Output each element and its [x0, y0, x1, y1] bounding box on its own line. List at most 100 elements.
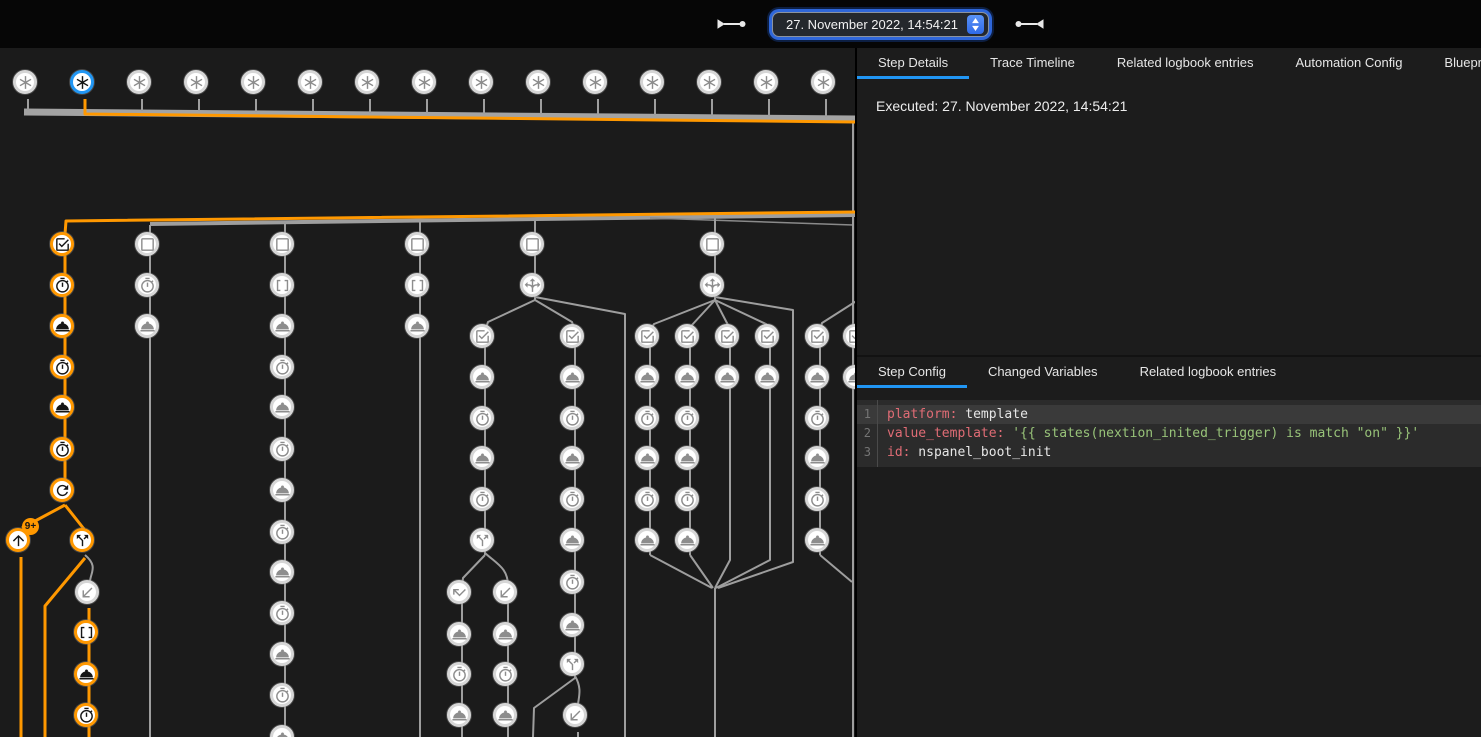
trace-node-room-service[interactable]: [470, 446, 494, 470]
trace-node-call-split[interactable]: [560, 652, 584, 676]
trace-node-code-brackets[interactable]: [74, 620, 98, 644]
tab-changed-variables[interactable]: Changed Variables: [967, 357, 1119, 388]
trace-node-code-brackets[interactable]: [270, 273, 294, 297]
trace-node-timer[interactable]: [805, 406, 829, 430]
trace-node-code-brackets[interactable]: [405, 273, 429, 297]
tab-related-logbook-entries[interactable]: Related logbook entries: [1096, 48, 1275, 79]
trace-node-timer[interactable]: [560, 570, 584, 594]
trace-node-checkbox-marked[interactable]: [635, 324, 659, 348]
trace-node-timer[interactable]: [493, 662, 517, 686]
trace-node-asterisk[interactable]: [13, 70, 37, 94]
trace-node-checkbox-blank[interactable]: [135, 232, 159, 256]
trace-node-room-service[interactable]: [470, 365, 494, 389]
trace-node-timer[interactable]: [270, 683, 294, 707]
trace-node-asterisk[interactable]: [70, 70, 94, 94]
tab-trace-timeline[interactable]: Trace Timeline: [969, 48, 1096, 79]
trace-node-timer[interactable]: [50, 355, 74, 379]
trace-node-checkbox-marked[interactable]: [805, 324, 829, 348]
trace-node-room-service[interactable]: [635, 365, 659, 389]
trace-node-room-service[interactable]: [493, 622, 517, 646]
tab-related-logbook-entries[interactable]: Related logbook entries: [1119, 357, 1298, 388]
trace-node-asterisk[interactable]: [241, 70, 265, 94]
trace-node-arrow-decision[interactable]: [700, 273, 724, 297]
trace-node-checkbox-marked[interactable]: [675, 324, 699, 348]
trace-node-room-service[interactable]: [560, 528, 584, 552]
trace-node-timer[interactable]: [635, 487, 659, 511]
trace-node-room-service[interactable]: [560, 365, 584, 389]
trace-node-room-service[interactable]: [805, 528, 829, 552]
trace-node-checkbox-marked[interactable]: [715, 324, 739, 348]
trace-node-call-split[interactable]: [470, 528, 494, 552]
trace-node-room-service[interactable]: [805, 365, 829, 389]
trace-node-checkbox-blank[interactable]: [700, 232, 724, 256]
trace-node-asterisk[interactable]: [811, 70, 835, 94]
trace-node-asterisk[interactable]: [412, 70, 436, 94]
trace-node-checkbox-marked[interactable]: [755, 324, 779, 348]
trace-node-room-service[interactable]: [447, 622, 471, 646]
trace-node-checkbox-blank[interactable]: [520, 232, 544, 256]
trace-node-asterisk[interactable]: [298, 70, 322, 94]
trace-node-room-service[interactable]: [675, 528, 699, 552]
trace-node-asterisk[interactable]: [640, 70, 664, 94]
yaml-code-editor[interactable]: 1platform: template2value_template: '{{ …: [857, 400, 1481, 467]
trace-node-room-service[interactable]: [270, 314, 294, 338]
trace-node-timer[interactable]: [635, 406, 659, 430]
trace-node-arrow-decision[interactable]: [520, 273, 544, 297]
trace-node-room-service[interactable]: [635, 528, 659, 552]
trace-node-timer[interactable]: [50, 273, 74, 297]
trace-node-room-service[interactable]: [405, 314, 429, 338]
trace-node-asterisk[interactable]: [355, 70, 379, 94]
trace-node-timer[interactable]: [675, 406, 699, 430]
trace-node-room-service[interactable]: [715, 365, 739, 389]
trace-node-room-service[interactable]: [560, 446, 584, 470]
trace-node-checkbox-marked[interactable]: [50, 232, 74, 256]
tab-blueprint-config[interactable]: Blueprint Config: [1423, 48, 1481, 79]
previous-trace-icon[interactable]: [712, 14, 750, 34]
trace-node-asterisk[interactable]: [697, 70, 721, 94]
trace-node-asterisk[interactable]: [754, 70, 778, 94]
trace-node-checkbox-blank[interactable]: [270, 232, 294, 256]
trace-node-timer[interactable]: [270, 437, 294, 461]
trace-node-room-service[interactable]: [635, 446, 659, 470]
trace-node-room-service[interactable]: [270, 478, 294, 502]
trace-node-timer[interactable]: [805, 487, 829, 511]
trace-node-refresh[interactable]: [50, 478, 74, 502]
tab-step-config[interactable]: Step Config: [857, 357, 967, 388]
trace-node-timer[interactable]: [675, 487, 699, 511]
trace-node-room-service[interactable]: [135, 314, 159, 338]
trace-node-room-service[interactable]: [270, 560, 294, 584]
trace-node-call-missed[interactable]: [447, 580, 471, 604]
trace-node-timer[interactable]: [270, 355, 294, 379]
trace-node-room-service[interactable]: [270, 395, 294, 419]
trace-node-room-service[interactable]: [270, 642, 294, 666]
trace-node-timer[interactable]: [447, 662, 471, 686]
next-trace-icon[interactable]: [1011, 14, 1049, 34]
trace-node-timer[interactable]: [470, 487, 494, 511]
tab-step-details[interactable]: Step Details: [857, 48, 969, 79]
trace-node-room-service[interactable]: [675, 446, 699, 470]
trace-node-timer[interactable]: [270, 601, 294, 625]
trace-node-call-split[interactable]: [70, 528, 94, 552]
trace-node-timer[interactable]: [135, 273, 159, 297]
trace-node-arrow-bottom-left[interactable]: [493, 580, 517, 604]
trace-node-asterisk[interactable]: [526, 70, 550, 94]
trace-date-select[interactable]: 27. November 2022, 14:54:21: [772, 12, 989, 37]
trace-node-timer[interactable]: [50, 437, 74, 461]
trace-node-arrow-bottom-left[interactable]: [563, 703, 587, 727]
trace-node-room-service[interactable]: [50, 395, 74, 419]
trace-node-room-service[interactable]: [50, 314, 74, 338]
trace-node-room-service[interactable]: [74, 662, 98, 686]
trace-node-checkbox-blank[interactable]: [405, 232, 429, 256]
trace-node-room-service[interactable]: [560, 613, 584, 637]
trace-node-timer[interactable]: [470, 406, 494, 430]
trace-node-timer[interactable]: [560, 487, 584, 511]
trace-node-room-service[interactable]: [447, 703, 471, 727]
trace-node-room-service[interactable]: [805, 446, 829, 470]
trace-node-timer[interactable]: [560, 406, 584, 430]
trace-node-checkbox-marked[interactable]: [560, 324, 584, 348]
trace-node-timer[interactable]: [74, 703, 98, 727]
trace-node-room-service[interactable]: [493, 703, 517, 727]
trace-node-asterisk[interactable]: [469, 70, 493, 94]
tab-automation-config[interactable]: Automation Config: [1274, 48, 1423, 79]
trace-node-room-service[interactable]: [675, 365, 699, 389]
